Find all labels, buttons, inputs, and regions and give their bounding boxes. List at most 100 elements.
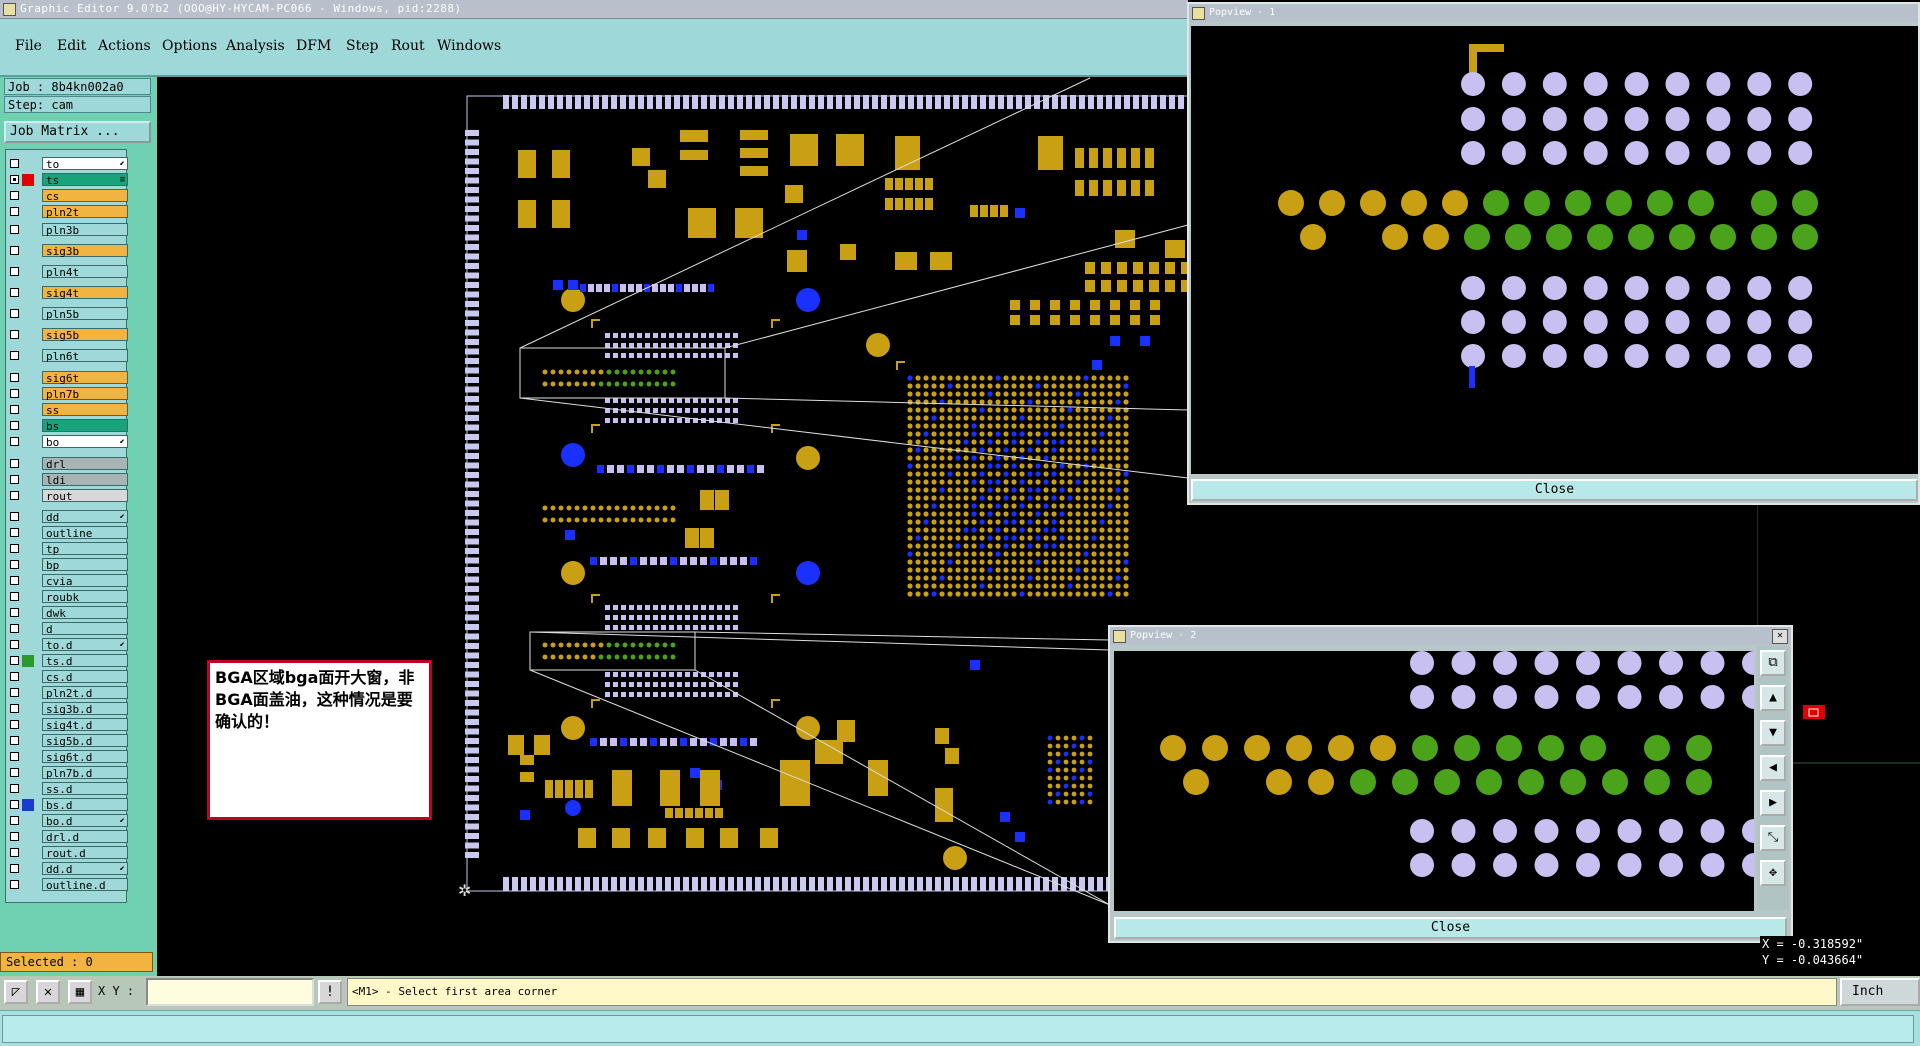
layer-name[interactable]: bo.d ⬋	[42, 814, 128, 828]
zoom-out-icon[interactable]: ⤡	[1760, 825, 1786, 851]
layer-row-to[interactable]: to ⬋	[6, 157, 128, 171]
layer-checkbox[interactable]	[10, 459, 19, 468]
layer-checkbox[interactable]	[10, 491, 19, 500]
layer-name[interactable]: cvia	[42, 574, 128, 588]
layer-name[interactable]: sig6t.d	[42, 750, 128, 764]
popview-1-view[interactable]	[1191, 26, 1918, 474]
graphic-canvas[interactable]: ✲	[157, 77, 1188, 977]
layer-row-sig5b[interactable]: sig5b	[6, 328, 128, 342]
layer-name[interactable]: dwk	[42, 606, 128, 620]
layer-row-cs[interactable]: cs	[6, 189, 128, 203]
layer-checkbox[interactable]	[10, 246, 19, 255]
layer-checkbox[interactable]	[10, 832, 19, 841]
layer-checkbox[interactable]	[10, 225, 19, 234]
layer-checkbox[interactable]	[10, 800, 19, 809]
layer-name[interactable]: pln3b	[42, 223, 128, 237]
layer-row-bs-d[interactable]: bs.d	[6, 798, 128, 812]
layer-checkbox[interactable]	[10, 640, 19, 649]
layer-row-tp[interactable]: tp	[6, 542, 128, 556]
layer-name[interactable]: to ⬋	[42, 157, 128, 171]
layer-row-cvia[interactable]: cvia	[6, 574, 128, 588]
layer-row-pln2t-d[interactable]: pln2t.d	[6, 686, 128, 700]
layer-checkbox[interactable]	[10, 880, 19, 889]
layer-row-drl-d[interactable]: drl.d	[6, 830, 128, 844]
layer-row-sig3b-d[interactable]: sig3b.d	[6, 702, 128, 716]
menu-options[interactable]: Options	[162, 38, 217, 54]
info-icon[interactable]: !	[318, 980, 342, 1004]
draw-mode-icon[interactable]: ◸	[4, 980, 28, 1004]
layer-name[interactable]: pln4t	[42, 265, 128, 279]
layer-checkbox[interactable]	[10, 421, 19, 430]
layer-row-pln4t[interactable]: pln4t	[6, 265, 128, 279]
layer-row-sig5b-d[interactable]: sig5b.d	[6, 734, 128, 748]
layer-name[interactable]: ts.d	[42, 654, 128, 668]
layer-checkbox[interactable]	[10, 784, 19, 793]
layer-row-pln6t[interactable]: pln6t	[6, 349, 128, 363]
layer-row-pln7b[interactable]: pln7b	[6, 387, 128, 401]
layer-row-dd-d[interactable]: dd.d ⬋	[6, 862, 128, 876]
layer-checkbox[interactable]	[10, 656, 19, 665]
zoom-in-icon[interactable]: ✥	[1760, 860, 1786, 886]
layer-name[interactable]: sig5b.d	[42, 734, 128, 748]
layer-name[interactable]: dd.d ⬋	[42, 862, 128, 876]
layer-name[interactable]: bs	[42, 419, 128, 433]
layer-row-bs[interactable]: bs	[6, 419, 128, 433]
layer-name[interactable]: sig4t.d	[42, 718, 128, 732]
layer-name[interactable]: ldi	[42, 473, 128, 487]
layer-name[interactable]: outline	[42, 526, 128, 540]
layer-name[interactable]: bp	[42, 558, 128, 572]
layer-row-sig3b[interactable]: sig3b	[6, 244, 128, 258]
layer-name[interactable]: bo ⬋	[42, 435, 128, 449]
menu-rout[interactable]: Rout	[391, 38, 425, 54]
layer-checkbox[interactable]	[10, 672, 19, 681]
layer-name[interactable]: dd ⬋	[42, 510, 128, 524]
cross-mode-icon[interactable]: ✕	[36, 980, 60, 1004]
layer-row-bo[interactable]: bo ⬋	[6, 435, 128, 449]
layer-name[interactable]: cs.d	[42, 670, 128, 684]
layer-name[interactable]: pln2t	[42, 205, 128, 219]
popview-1-close-button[interactable]: Close	[1191, 479, 1918, 501]
layer-row-rout-d[interactable]: rout.d	[6, 846, 128, 860]
pan-up-icon[interactable]: ▲	[1760, 685, 1786, 711]
pcb-board-view[interactable]: ✲	[157, 77, 1188, 977]
layer-checkbox[interactable]	[10, 816, 19, 825]
layer-name[interactable]: d	[42, 622, 128, 636]
layer-name[interactable]: pln6t	[42, 349, 128, 363]
layer-name[interactable]: pln2t.d	[42, 686, 128, 700]
layer-checkbox[interactable]	[10, 608, 19, 617]
layer-checkbox[interactable]	[10, 848, 19, 857]
layer-checkbox[interactable]	[10, 309, 19, 318]
layer-row-cs-d[interactable]: cs.d	[6, 670, 128, 684]
layer-row-dd[interactable]: dd ⬋	[6, 510, 128, 524]
pan-right-icon[interactable]: ▶	[1760, 790, 1786, 816]
layer-checkbox[interactable]	[10, 752, 19, 761]
layer-name[interactable]: ss	[42, 403, 128, 417]
layer-checkbox[interactable]	[10, 720, 19, 729]
layer-row-bo-d[interactable]: bo.d ⬋	[6, 814, 128, 828]
layer-row-drl[interactable]: drl	[6, 457, 128, 471]
layer-checkbox[interactable]	[10, 688, 19, 697]
layer-row-sig4t[interactable]: sig4t	[6, 286, 128, 300]
menu-edit[interactable]: Edit	[57, 38, 86, 54]
menu-actions[interactable]: Actions	[98, 38, 151, 54]
layer-checkbox[interactable]	[10, 528, 19, 537]
layer-name[interactable]: rout.d	[42, 846, 128, 860]
layer-row-ts[interactable]: ts ≡	[6, 173, 128, 187]
popview-2-view[interactable]	[1114, 651, 1754, 911]
layer-name[interactable]: sig5b	[42, 328, 128, 342]
job-matrix-button[interactable]: Job Matrix ...	[4, 121, 151, 143]
layer-name[interactable]: ss.d	[42, 782, 128, 796]
layer-checkbox[interactable]	[10, 768, 19, 777]
layer-name[interactable]: tp	[42, 542, 128, 556]
layer-name[interactable]: bs.d	[42, 798, 128, 812]
layer-checkbox[interactable]	[10, 576, 19, 585]
layer-checkbox[interactable]	[10, 389, 19, 398]
pan-left-icon[interactable]: ◀	[1760, 755, 1786, 781]
layer-name[interactable]: sig3b	[42, 244, 128, 258]
layer-name[interactable]: rout	[42, 489, 128, 503]
layer-checkbox[interactable]	[10, 544, 19, 553]
layer-row-sig6t[interactable]: sig6t	[6, 371, 128, 385]
layer-row-rout[interactable]: rout	[6, 489, 128, 503]
menu-analysis[interactable]: Analysis	[226, 38, 285, 54]
menu-step[interactable]: Step	[346, 38, 378, 54]
